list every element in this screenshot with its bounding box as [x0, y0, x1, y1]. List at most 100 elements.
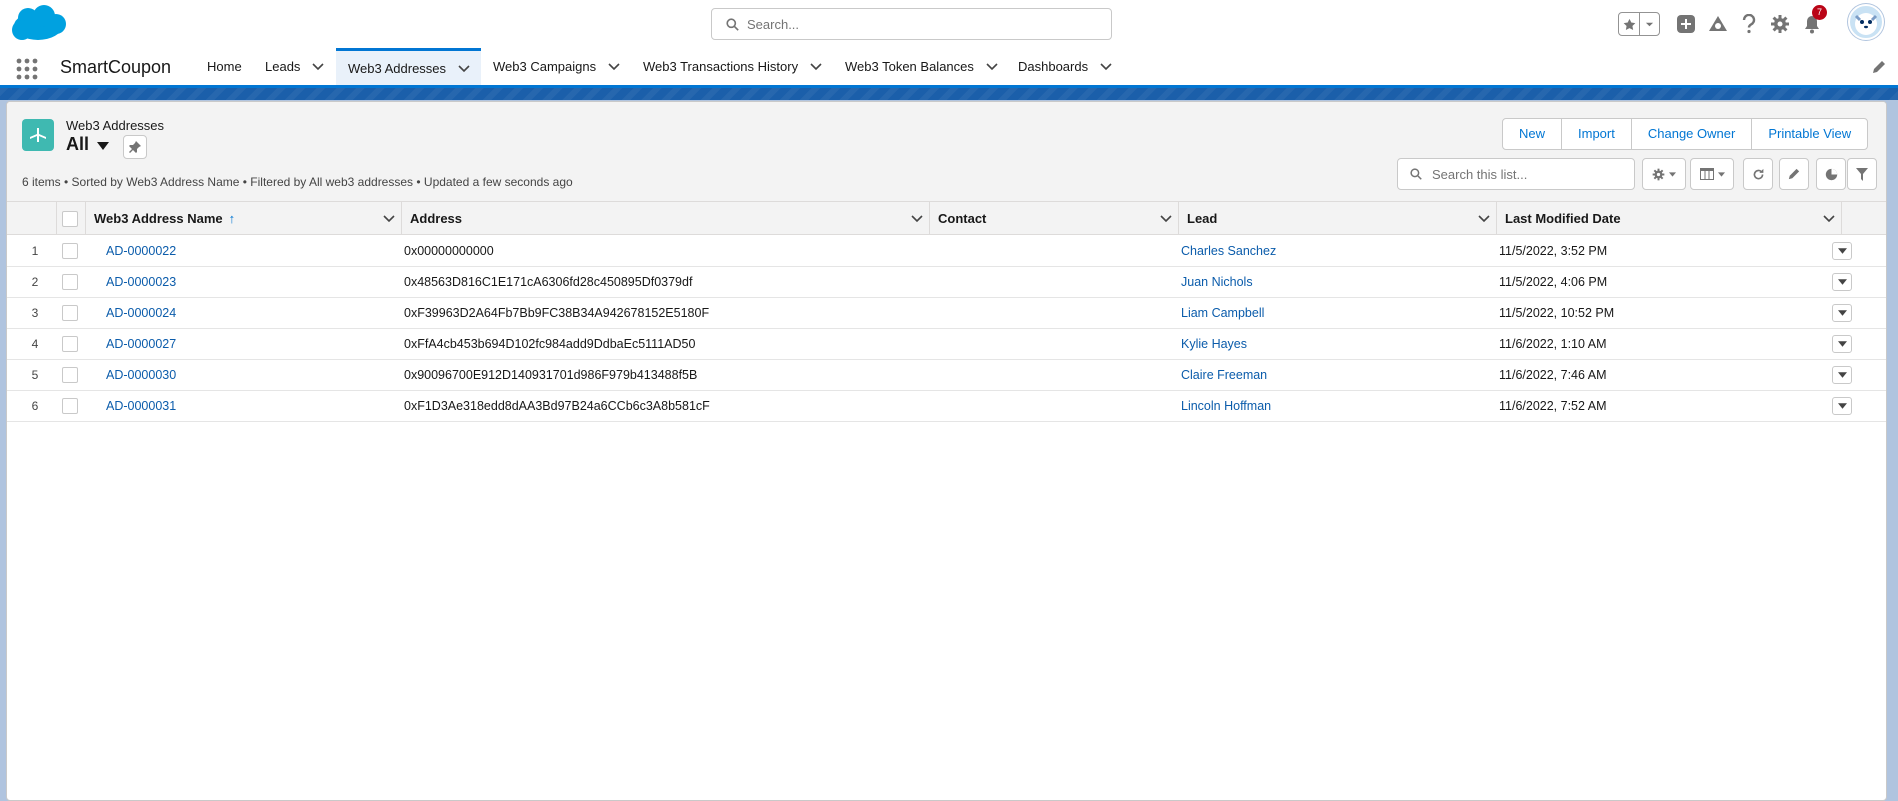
list-view-controls-gear-button[interactable]: [1642, 158, 1686, 190]
row-actions-menu-button[interactable]: [1832, 366, 1852, 384]
nav-tab-home[interactable]: Home: [195, 48, 251, 85]
edit-nav-pencil-icon[interactable]: [1872, 60, 1886, 77]
help-icon[interactable]: [1735, 8, 1763, 40]
pin-list-view-button[interactable]: [123, 135, 147, 159]
chevron-down-icon[interactable]: [312, 59, 324, 74]
list-view-info: 6 items • Sorted by Web3 Address Name • …: [22, 175, 573, 189]
user-avatar[interactable]: [1848, 4, 1884, 40]
row-checkbox[interactable]: [62, 336, 78, 352]
favorites-list-chevron-down-icon[interactable]: [1640, 13, 1659, 35]
app-launcher-waffle-icon[interactable]: [16, 58, 38, 80]
caret-down-icon[interactable]: [97, 134, 110, 155]
chevron-down-icon: [1837, 403, 1847, 409]
chevron-down-icon[interactable]: [458, 61, 470, 76]
row-actions-menu-button[interactable]: [1832, 242, 1852, 260]
lead-link[interactable]: Liam Campbell: [1181, 298, 1264, 328]
nav-tab-web3-addresses[interactable]: Web3 Addresses: [336, 48, 481, 85]
edit-list-button[interactable]: [1779, 158, 1809, 190]
nav-tab-leads[interactable]: Leads: [253, 48, 333, 85]
last-modified-cell: 11/6/2022, 7:46 AM: [1499, 368, 1607, 382]
select-all-checkbox[interactable]: [62, 210, 78, 227]
column-actions-chevron-down-icon[interactable]: [383, 211, 395, 226]
record-name-link[interactable]: AD-0000023: [106, 267, 176, 297]
record-name-link[interactable]: AD-0000027: [106, 329, 176, 359]
pie-chart-icon: [1825, 168, 1837, 180]
refresh-button[interactable]: [1743, 158, 1773, 190]
salesforce-logo[interactable]: [8, 4, 68, 44]
display-as-table-button[interactable]: [1690, 158, 1734, 190]
app-navigation-bar: SmartCoupon Home Leads Web3 Addresses We…: [0, 48, 1898, 88]
charts-button[interactable]: [1816, 158, 1846, 190]
chevron-down-icon[interactable]: [1100, 59, 1112, 74]
column-header-lead[interactable]: Lead: [1179, 202, 1497, 235]
global-header: Search... 7: [0, 0, 1898, 48]
global-search-placeholder: Search...: [747, 16, 800, 32]
trailhead-guidance-icon[interactable]: [1704, 8, 1732, 40]
column-actions-chevron-down-icon[interactable]: [911, 211, 923, 226]
row-checkbox[interactable]: [62, 274, 78, 290]
lead-link[interactable]: Charles Sanchez: [1181, 236, 1276, 266]
record-name-link[interactable]: AD-0000024: [106, 298, 176, 328]
last-modified-cell: 11/5/2022, 10:52 PM: [1499, 306, 1615, 320]
column-actions-chevron-down-icon[interactable]: [1823, 211, 1835, 226]
row-select-cell: [62, 391, 78, 421]
gear-icon: [1652, 168, 1665, 180]
record-name-link[interactable]: AD-0000031: [106, 391, 176, 421]
nav-tab-web3-transactions-history[interactable]: Web3 Transactions History: [631, 48, 823, 85]
record-name-link[interactable]: AD-0000022: [106, 236, 176, 266]
table-header: Web3 Address Name ↑ Address Contact Lead…: [7, 202, 1886, 235]
chevron-down-icon: [1837, 279, 1847, 285]
global-search-input[interactable]: Search...: [711, 8, 1112, 40]
chevron-down-icon[interactable]: [810, 59, 822, 74]
nav-tab-label: Home: [207, 59, 242, 74]
new-button[interactable]: New: [1503, 119, 1561, 149]
column-header-address[interactable]: Address: [402, 202, 930, 235]
favorites-star-icon[interactable]: [1619, 13, 1640, 35]
nav-tab-dashboards[interactable]: Dashboards: [1006, 48, 1118, 85]
row-actions-menu-button[interactable]: [1832, 335, 1852, 353]
column-header-last-modified-date[interactable]: Last Modified Date: [1497, 202, 1842, 235]
chevron-down-icon: [1837, 310, 1847, 316]
import-button[interactable]: Import: [1561, 119, 1631, 149]
lead-link[interactable]: Claire Freeman: [1181, 360, 1267, 390]
list-view-selector[interactable]: All: [66, 134, 110, 155]
record-name-link[interactable]: AD-0000030: [106, 360, 176, 390]
column-header-label: Lead: [1187, 211, 1218, 226]
row-actions-menu-button[interactable]: [1832, 397, 1852, 415]
list-search-input[interactable]: Search this list...: [1397, 158, 1635, 190]
chevron-down-icon: [1837, 372, 1847, 378]
chevron-down-icon[interactable]: [608, 59, 620, 74]
row-actions-menu-button[interactable]: [1832, 304, 1852, 322]
setup-gear-icon[interactable]: [1766, 8, 1794, 40]
global-actions-add-icon[interactable]: [1672, 8, 1700, 40]
chevron-down-icon: [1669, 171, 1676, 177]
last-modified-cell: 11/6/2022, 1:10 AM: [1499, 337, 1607, 351]
row-checkbox[interactable]: [62, 243, 78, 259]
nav-tab-web3-campaigns[interactable]: Web3 Campaigns: [481, 48, 627, 85]
refresh-icon: [1753, 168, 1763, 179]
column-header-contact[interactable]: Contact: [930, 202, 1179, 235]
chevron-down-icon[interactable]: [986, 59, 998, 74]
printable-view-button[interactable]: Printable View: [1751, 119, 1867, 149]
nav-tab-label: Dashboards: [1018, 59, 1089, 74]
nav-tab-web3-token-balances[interactable]: Web3 Token Balances: [833, 48, 998, 85]
lead-link[interactable]: Kylie Hayes: [1181, 329, 1247, 359]
change-owner-button[interactable]: Change Owner: [1630, 119, 1751, 149]
search-icon: [726, 17, 739, 31]
row-checkbox[interactable]: [62, 398, 78, 414]
row-select-cell: [62, 329, 78, 359]
lead-link[interactable]: Juan Nichols: [1181, 267, 1253, 297]
list-view-card: Web3 Addresses All 6 items • Sorted by W…: [6, 101, 1887, 801]
column-header-label: Address: [410, 211, 463, 226]
column-actions-chevron-down-icon[interactable]: [1478, 211, 1490, 226]
row-number: 4: [31, 337, 39, 351]
row-checkbox[interactable]: [62, 305, 78, 321]
column-header-web3-address-name[interactable]: Web3 Address Name ↑: [86, 202, 402, 235]
row-checkbox[interactable]: [62, 367, 78, 383]
notification-count-badge: 7: [1812, 5, 1827, 20]
lead-link[interactable]: Lincoln Hoffman: [1181, 391, 1271, 421]
filters-button[interactable]: [1847, 158, 1877, 190]
column-actions-chevron-down-icon[interactable]: [1160, 211, 1172, 226]
row-actions-menu-button[interactable]: [1832, 273, 1852, 291]
notifications-bell-icon[interactable]: 7: [1798, 5, 1827, 40]
